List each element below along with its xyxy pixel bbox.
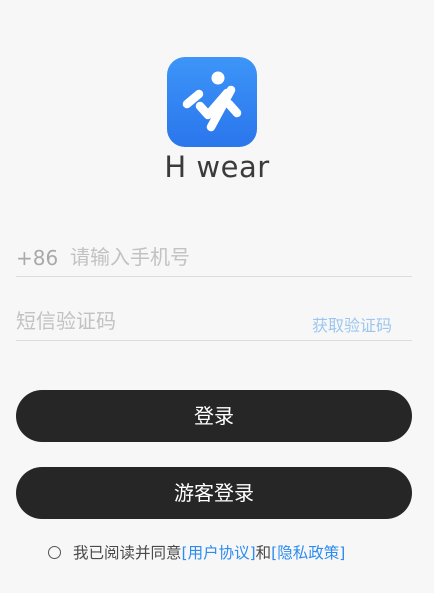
sms-code-field: 获取验证码 — [16, 302, 412, 341]
guest-login-button[interactable]: 游客登录 — [16, 467, 412, 519]
phone-input[interactable] — [70, 242, 400, 272]
phone-field: +86 — [16, 238, 412, 277]
agreement-prefix: 我已阅读并同意 — [73, 544, 182, 562]
country-code[interactable]: +86 — [16, 246, 58, 270]
login-screen: H wear +86 获取验证码 登录 游客登录 我已阅读并同意 [用户协议] … — [0, 0, 434, 593]
user-agreement-link[interactable]: [用户协议] — [182, 541, 256, 563]
sms-code-input[interactable] — [16, 306, 286, 336]
privacy-policy-link[interactable]: [隐私政策] — [271, 541, 345, 563]
login-button[interactable]: 登录 — [16, 390, 412, 442]
agreement-row: 我已阅读并同意 [用户协议] 和 [隐私政策] — [48, 540, 345, 564]
app-logo-icon — [167, 57, 257, 147]
get-code-button[interactable]: 获取验证码 — [312, 312, 392, 336]
app-name: H wear — [164, 150, 270, 184]
agreement-connector: 和 — [255, 544, 272, 562]
radio-circle-icon[interactable] — [48, 545, 61, 559]
